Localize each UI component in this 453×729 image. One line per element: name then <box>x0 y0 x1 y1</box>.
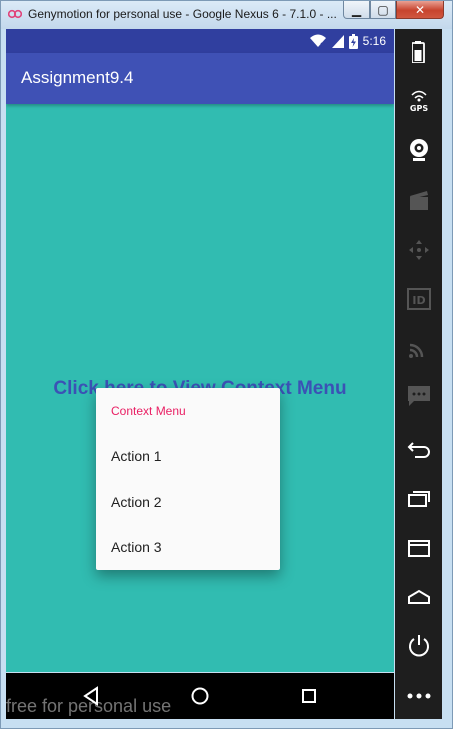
menu-key-icon[interactable] <box>395 533 442 563</box>
context-menu-dialog: Context Menu Action 1 Action 2 Action 3 <box>96 388 280 570</box>
device-id-icon[interactable]: ID <box>395 284 442 314</box>
move-icon[interactable] <box>395 235 442 265</box>
status-bar: 5:16 <box>6 29 394 53</box>
home-key-icon[interactable] <box>395 582 442 612</box>
maximize-icon: ▢ <box>377 3 389 17</box>
wifi-icon <box>309 34 326 48</box>
gps-label: GPS <box>409 104 427 112</box>
app-title: Assignment9.4 <box>21 68 134 87</box>
screencast-icon[interactable] <box>395 185 442 215</box>
sms-icon[interactable] <box>395 381 442 411</box>
webcam-icon[interactable] <box>395 135 442 165</box>
maximize-button[interactable]: ▢ <box>370 1 396 19</box>
power-icon[interactable] <box>395 631 442 661</box>
recent-apps-icon[interactable] <box>294 681 324 711</box>
menu-item-action-1[interactable]: Action 1 <box>96 434 280 478</box>
battery-charging-icon <box>348 33 358 49</box>
signal-icon <box>331 34 344 48</box>
more-options-icon[interactable] <box>395 681 442 711</box>
emulator-toolbar: GPS ID <box>395 29 442 719</box>
battery-icon[interactable] <box>395 37 442 67</box>
back-key-icon[interactable] <box>395 435 442 465</box>
minimize-button[interactable]: ▁ <box>343 1 370 19</box>
clock: 5:16 <box>362 34 386 48</box>
genymotion-logo-icon <box>8 9 22 19</box>
menu-item-action-3[interactable]: Action 3 <box>96 525 280 569</box>
home-icon[interactable] <box>185 681 215 711</box>
cast-icon[interactable] <box>395 333 442 363</box>
recent-apps-key-icon[interactable] <box>395 484 442 514</box>
window-title: Genymotion for personal use - Google Nex… <box>28 7 337 21</box>
device-screen: 5:16 Assignment9.4 Click here to View Co… <box>6 29 394 672</box>
minimize-icon: ▁ <box>351 3 362 17</box>
title-bar[interactable]: Genymotion for personal use - Google Nex… <box>1 1 452 29</box>
gps-icon[interactable]: GPS <box>395 85 442 115</box>
context-menu-title: Context Menu <box>111 404 186 418</box>
close-button[interactable]: ✕ <box>396 1 444 19</box>
close-icon: ✕ <box>414 3 426 17</box>
device-id-label: ID <box>412 294 425 307</box>
app-bar: Assignment9.4 <box>6 53 394 104</box>
watermark: free for personal use <box>6 696 172 716</box>
menu-item-action-2[interactable]: Action 2 <box>96 480 280 524</box>
